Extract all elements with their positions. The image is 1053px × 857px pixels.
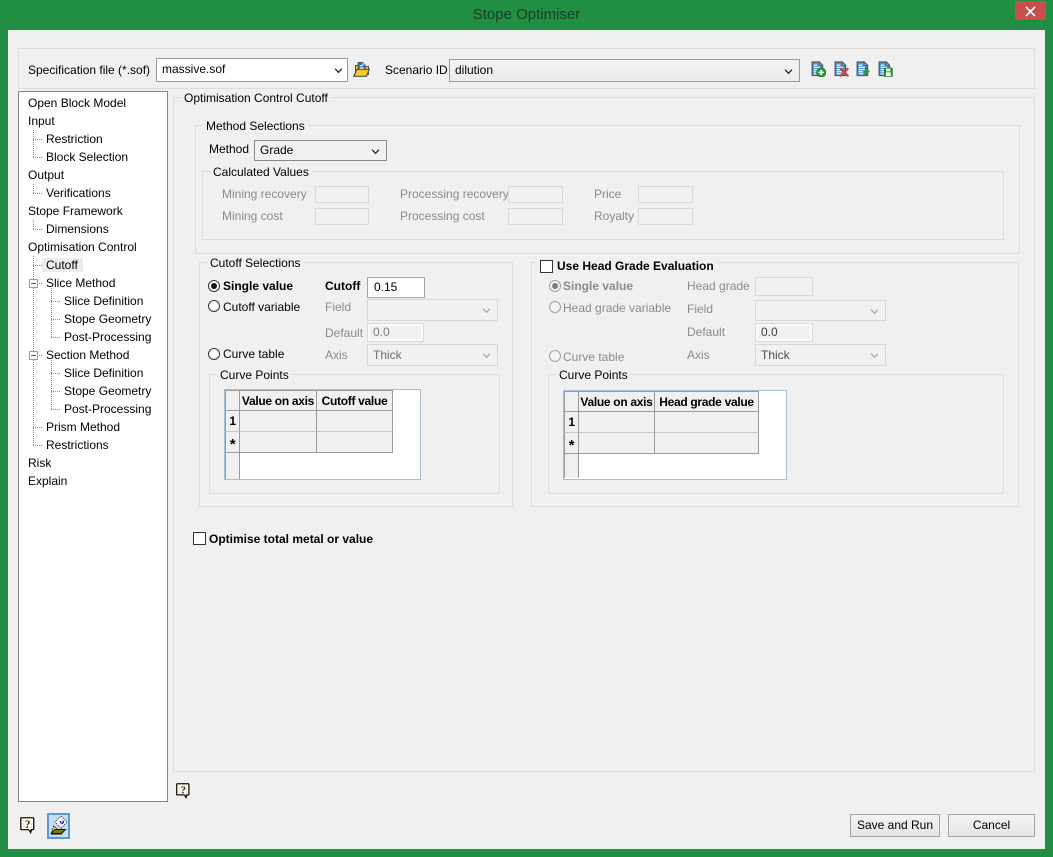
- svg-text:?: ?: [181, 785, 186, 796]
- svg-text:?: ?: [25, 819, 31, 831]
